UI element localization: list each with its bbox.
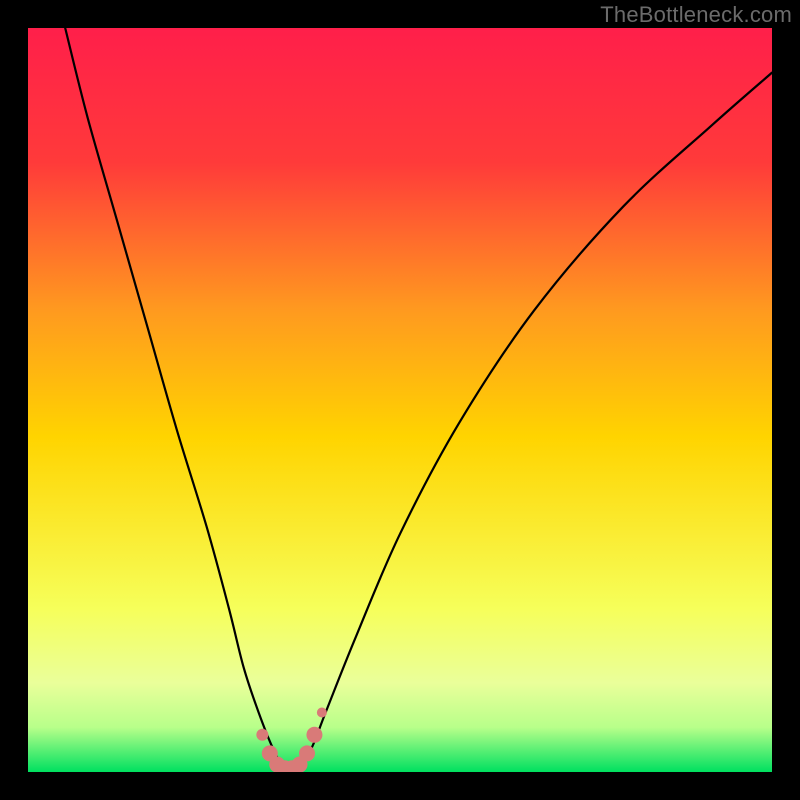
plot-background: [28, 28, 772, 772]
chart-svg: [0, 0, 800, 800]
watermark-text: TheBottleneck.com: [600, 2, 792, 28]
valley-marker: [306, 727, 322, 743]
valley-marker: [317, 707, 327, 717]
valley-marker: [256, 729, 268, 741]
valley-marker: [299, 745, 315, 761]
chart-frame: TheBottleneck.com: [0, 0, 800, 800]
